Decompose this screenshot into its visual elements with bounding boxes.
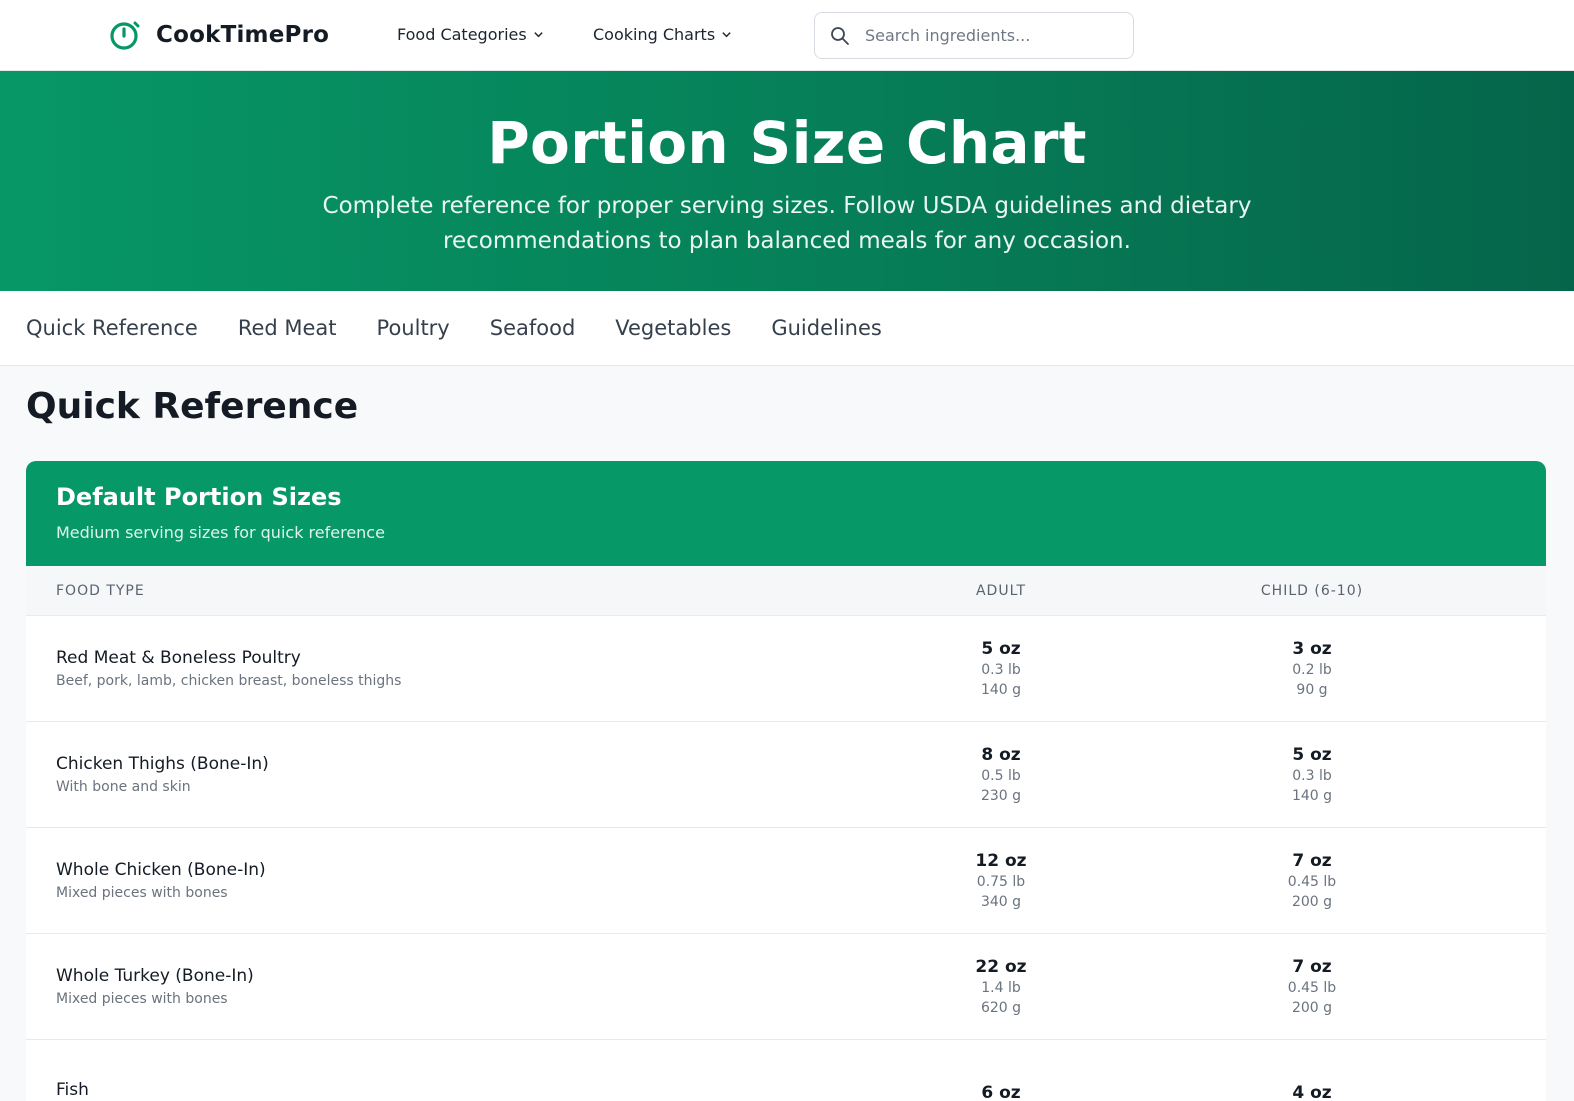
portion-oz: 3 oz xyxy=(1162,638,1462,660)
food-name: Fish xyxy=(56,1080,926,1100)
section-title: Quick Reference xyxy=(26,386,358,427)
food-cell: Fish xyxy=(26,1080,926,1101)
brand-logo[interactable]: CookTimePro xyxy=(109,19,329,51)
food-name: Chicken Thighs (Bone-In) xyxy=(56,754,926,774)
nav-menu-food-categories[interactable]: Food Categories xyxy=(397,25,544,44)
table-row[interactable]: Red Meat & Boneless Poultry Beef, pork, … xyxy=(26,616,1546,722)
portion-lb: 0.3 lb xyxy=(1162,766,1462,786)
page-subtitle: Complete reference for proper serving si… xyxy=(317,189,1257,259)
portion-g: 200 g xyxy=(1162,998,1462,1018)
nav-menu-label: Cooking Charts xyxy=(593,25,715,44)
portion-g: 230 g xyxy=(926,786,1076,806)
hero-banner: Portion Size Chart Complete reference fo… xyxy=(0,71,1574,291)
portion-g: 140 g xyxy=(1162,786,1462,806)
tab-quick-reference[interactable]: Quick Reference xyxy=(26,316,198,340)
table-row[interactable]: Whole Turkey (Bone-In) Mixed pieces with… xyxy=(26,934,1546,1040)
portion-oz: 22 oz xyxy=(926,956,1076,978)
portion-g: 200 g xyxy=(1162,892,1462,912)
food-name: Whole Turkey (Bone-In) xyxy=(56,966,926,986)
nav-menu-cooking-charts[interactable]: Cooking Charts xyxy=(593,25,732,44)
food-description: Mixed pieces with bones xyxy=(56,991,926,1007)
brand-name: CookTimePro xyxy=(156,22,329,48)
table-row[interactable]: Fish 6 oz 4 oz xyxy=(26,1040,1546,1101)
portion-lb: 0.45 lb xyxy=(1162,872,1462,892)
food-cell: Red Meat & Boneless Poultry Beef, pork, … xyxy=(26,648,926,689)
table-row[interactable]: Whole Chicken (Bone-In) Mixed pieces wit… xyxy=(26,828,1546,934)
chevron-down-icon xyxy=(721,29,732,40)
tab-vegetables[interactable]: Vegetables xyxy=(615,316,731,340)
table-row[interactable]: Chicken Thighs (Bone-In) With bone and s… xyxy=(26,722,1546,828)
portion-g: 340 g xyxy=(926,892,1076,912)
food-name: Red Meat & Boneless Poultry xyxy=(56,648,926,668)
child-portion: 7 oz 0.45 lb 200 g xyxy=(1162,956,1462,1018)
chevron-down-icon xyxy=(533,29,544,40)
portion-oz: 5 oz xyxy=(926,638,1076,660)
child-portion: 7 oz 0.45 lb 200 g xyxy=(1162,850,1462,912)
search-box[interactable] xyxy=(814,12,1134,59)
adult-portion: 8 oz 0.5 lb 230 g xyxy=(926,744,1076,806)
child-portion: 4 oz xyxy=(1162,1082,1462,1101)
tab-seafood[interactable]: Seafood xyxy=(490,316,576,340)
card-header: Default Portion Sizes Medium serving siz… xyxy=(26,461,1546,566)
portion-g: 90 g xyxy=(1162,680,1462,700)
portion-g: 620 g xyxy=(926,998,1076,1018)
portion-table-card: Default Portion Sizes Medium serving siz… xyxy=(26,461,1546,1101)
portion-oz: 4 oz xyxy=(1162,1082,1462,1101)
tab-poultry[interactable]: Poultry xyxy=(377,316,450,340)
food-cell: Whole Turkey (Bone-In) Mixed pieces with… xyxy=(26,966,926,1007)
column-header-food-type: FOOD TYPE xyxy=(26,583,926,599)
nav-menu-label: Food Categories xyxy=(397,25,527,44)
portion-lb: 0.45 lb xyxy=(1162,978,1462,998)
food-cell: Whole Chicken (Bone-In) Mixed pieces wit… xyxy=(26,860,926,901)
adult-portion: 22 oz 1.4 lb 620 g xyxy=(926,956,1076,1018)
section-tabs: Quick Reference Red Meat Poultry Seafood… xyxy=(0,291,1574,366)
food-description: Beef, pork, lamb, chicken breast, bonele… xyxy=(56,673,926,689)
portion-lb: 0.3 lb xyxy=(926,660,1076,680)
portion-lb: 1.4 lb xyxy=(926,978,1076,998)
child-portion: 5 oz 0.3 lb 140 g xyxy=(1162,744,1462,806)
portion-lb: 0.75 lb xyxy=(926,872,1076,892)
top-navigation: CookTimePro Food Categories Cooking Char… xyxy=(0,0,1574,71)
column-header-adult: ADULT xyxy=(926,583,1076,599)
column-header-child: CHILD (6-10) xyxy=(1162,583,1462,599)
stopwatch-icon xyxy=(109,19,141,51)
adult-portion: 6 oz xyxy=(926,1082,1076,1101)
table-header: FOOD TYPE ADULT CHILD (6-10) xyxy=(26,566,1546,616)
food-name: Whole Chicken (Bone-In) xyxy=(56,860,926,880)
portion-lb: 0.2 lb xyxy=(1162,660,1462,680)
search-input[interactable] xyxy=(865,26,1115,45)
portion-g: 140 g xyxy=(926,680,1076,700)
food-description: Mixed pieces with bones xyxy=(56,885,926,901)
tab-guidelines[interactable]: Guidelines xyxy=(771,316,882,340)
page-title: Portion Size Chart xyxy=(0,71,1574,177)
portion-oz: 5 oz xyxy=(1162,744,1462,766)
portion-oz: 7 oz xyxy=(1162,956,1462,978)
portion-oz: 8 oz xyxy=(926,744,1076,766)
adult-portion: 5 oz 0.3 lb 140 g xyxy=(926,638,1076,700)
food-description: With bone and skin xyxy=(56,779,926,795)
tab-red-meat[interactable]: Red Meat xyxy=(238,316,337,340)
search-icon xyxy=(830,26,850,46)
portion-lb: 0.5 lb xyxy=(926,766,1076,786)
portion-oz: 6 oz xyxy=(926,1082,1076,1101)
adult-portion: 12 oz 0.75 lb 340 g xyxy=(926,850,1076,912)
child-portion: 3 oz 0.2 lb 90 g xyxy=(1162,638,1462,700)
portion-oz: 7 oz xyxy=(1162,850,1462,872)
portion-oz: 12 oz xyxy=(926,850,1076,872)
card-title: Default Portion Sizes xyxy=(56,483,1516,511)
card-subtitle: Medium serving sizes for quick reference xyxy=(56,523,1516,542)
food-cell: Chicken Thighs (Bone-In) With bone and s… xyxy=(26,754,926,795)
